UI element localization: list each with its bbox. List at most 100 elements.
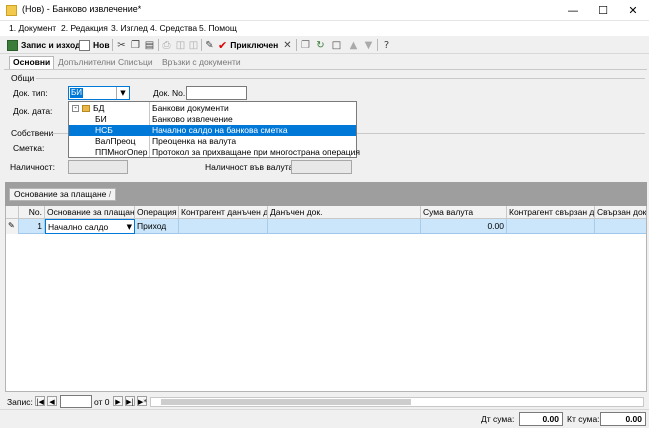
row-operation: Приход bbox=[135, 219, 179, 234]
record-navigator: Запис: |◀ ◀ от 0 ▶ ▶| ▶* bbox=[5, 393, 647, 409]
paste-icon[interactable]: ▤ bbox=[143, 38, 156, 52]
grid-header-counterparty[interactable]: Контрагент данъчен д... bbox=[179, 206, 268, 219]
dropdown-option[interactable]: ВалПреоц Преоценка на валута bbox=[69, 136, 356, 147]
menu-edit[interactable]: 2. Редакция bbox=[61, 23, 108, 33]
doc-type-dropdown: - БД Банкови документи БИ Банково извлечение… bbox=[68, 101, 360, 158]
new-label: Нов bbox=[93, 40, 110, 50]
dropdown-option[interactable]: ППМногОпер Протокол за прихващане при мно… bbox=[69, 147, 360, 158]
horizontal-scrollbar[interactable] bbox=[150, 397, 644, 407]
grid-header-basis[interactable]: Основание за плащане bbox=[45, 206, 135, 219]
dropdown-option-code: ППМногОпер bbox=[95, 147, 148, 157]
dropdown-option[interactable]: БИ Банково извлечение bbox=[69, 114, 356, 125]
print-icon[interactable]: ⎙ bbox=[160, 38, 173, 52]
toolbar-separator bbox=[377, 39, 378, 51]
close-button[interactable]: ✕ bbox=[618, 0, 648, 21]
row-counterparty bbox=[179, 219, 268, 234]
row-linked-counterparty bbox=[507, 219, 595, 234]
save-icon bbox=[7, 39, 18, 51]
grid-header-linked-counterparty[interactable]: Контрагент свързан д... bbox=[507, 206, 595, 219]
row-tax-doc bbox=[268, 219, 421, 234]
copy-icon[interactable]: ❐ bbox=[129, 38, 142, 52]
grid-header-amount[interactable]: Сума валута bbox=[421, 206, 507, 219]
grid-header: No. Основание за плащане Операция Контра… bbox=[6, 206, 646, 219]
doc-type-value: БИ bbox=[70, 88, 83, 98]
minimize-button[interactable]: — bbox=[558, 0, 588, 21]
menu-tools[interactable]: 4. Средства bbox=[150, 23, 197, 33]
tab-main[interactable]: Основни bbox=[9, 56, 55, 69]
doc-no-field[interactable] bbox=[186, 86, 247, 100]
app-icon bbox=[6, 5, 17, 16]
cancel-icon[interactable]: ✕ bbox=[281, 38, 294, 52]
dropdown-option-name: Банково извлечение bbox=[152, 114, 233, 124]
menu-bar: 1. Документ 2. Редакция 3. Изглед 4. Сре… bbox=[0, 21, 649, 36]
table-row[interactable]: ✎ 1 Начално салдо ▼ Приход 0.00 bbox=[6, 219, 646, 234]
chevron-down-icon[interactable]: ▼ bbox=[127, 220, 132, 233]
row-edit-icon: ✎ bbox=[6, 219, 19, 234]
collapse-icon[interactable]: - bbox=[72, 105, 79, 112]
grid-header-tax-doc[interactable]: Данъчен док. bbox=[268, 206, 421, 219]
grid-header-no[interactable]: No. bbox=[19, 206, 45, 219]
save-exit-button[interactable]: Запис и изход bbox=[7, 38, 81, 52]
dropdown-option-code: ВалПреоц bbox=[95, 136, 136, 146]
new-document-icon bbox=[79, 39, 90, 51]
dropdown-option-code: БД bbox=[93, 103, 105, 113]
export-icon[interactable]: ◫ bbox=[187, 38, 200, 52]
previous-record-button[interactable]: ◀ bbox=[47, 396, 57, 406]
grid-header-operation[interactable]: Операция bbox=[135, 206, 179, 219]
preview-icon[interactable]: ◫ bbox=[174, 38, 187, 52]
new-button[interactable]: Нов bbox=[79, 38, 110, 52]
move-up-icon[interactable]: ▲ bbox=[347, 38, 360, 52]
row-basis-combo[interactable]: Начално салдо ▼ bbox=[45, 219, 135, 234]
grid-header-linked-doc[interactable]: Свързан док. bbox=[595, 206, 646, 219]
move-down-icon[interactable]: ▼ bbox=[362, 38, 375, 52]
scrollbar-thumb[interactable] bbox=[161, 399, 411, 405]
doc-type-combo[interactable]: БИ ▼ bbox=[68, 86, 130, 100]
folder-icon bbox=[82, 105, 90, 112]
blank-page-icon[interactable]: □ bbox=[330, 38, 343, 52]
save-exit-label: Запис и изход bbox=[21, 40, 81, 50]
first-record-button[interactable]: |◀ bbox=[35, 396, 45, 406]
totals-footer: Дт сума: 0.00 Кт сума: 0.00 bbox=[0, 409, 649, 428]
dropdown-option-code: НСБ bbox=[95, 125, 113, 135]
refresh-icon[interactable]: ↻ bbox=[314, 38, 327, 52]
menu-help[interactable]: 5. Помощ bbox=[199, 23, 237, 33]
row-no: 1 bbox=[19, 219, 45, 234]
dropdown-option-name: Протокол за прихващане при многострана о… bbox=[152, 147, 361, 157]
credit-total-label: Кт сума: bbox=[567, 414, 600, 424]
row-amount: 0.00 bbox=[421, 219, 507, 234]
copy-document-icon[interactable]: ❐ bbox=[299, 38, 312, 52]
balance-currency-label: Наличност във валута: bbox=[205, 162, 296, 172]
new-record-button[interactable]: ▶* bbox=[137, 396, 147, 406]
balance-currency-field bbox=[291, 160, 352, 174]
next-record-button[interactable]: ▶ bbox=[113, 396, 123, 406]
menu-document[interactable]: 1. Документ bbox=[9, 23, 56, 33]
edit-document-icon[interactable]: ✎ bbox=[203, 38, 216, 52]
row-linked-doc bbox=[595, 219, 646, 234]
dropdown-option-name: Преоценка на валута bbox=[152, 136, 237, 146]
title-bar: (Нов) - Банково извлечение* — ☐ ✕ bbox=[0, 0, 649, 21]
last-record-button[interactable]: ▶| bbox=[125, 396, 135, 406]
dropdown-option[interactable]: - БД Банкови документи bbox=[69, 103, 356, 114]
dropdown-option-code: БИ bbox=[95, 114, 107, 124]
group-chip-label: Основание за плащане bbox=[14, 189, 107, 199]
window-title: (Нов) - Банково извлечение* bbox=[22, 4, 142, 14]
posted-toggle[interactable]: ✔ Приключен bbox=[218, 38, 278, 52]
dropdown-option[interactable]: НСБ Начално салдо на банкова сметка bbox=[69, 125, 356, 136]
group-chip[interactable]: Основание за плащане / bbox=[9, 188, 117, 201]
doc-date-label: Док. дата: bbox=[13, 106, 53, 116]
record-number-field[interactable] bbox=[60, 395, 92, 408]
cut-icon[interactable]: ✂ bbox=[115, 38, 128, 52]
account-label: Сметка: bbox=[13, 143, 45, 153]
dropdown-option-name: Начално салдо на банкова сметка bbox=[152, 125, 288, 135]
doc-no-label: Док. No. bbox=[153, 88, 186, 98]
chevron-down-icon[interactable]: ▼ bbox=[116, 87, 129, 99]
general-group-line bbox=[36, 78, 645, 79]
checkmark-icon: ✔ bbox=[218, 38, 228, 52]
help-icon[interactable]: ? bbox=[380, 38, 393, 52]
debit-total-value: 0.00 bbox=[519, 412, 563, 426]
row-basis-value: Начално салдо bbox=[48, 222, 109, 232]
toolbar-separator bbox=[112, 39, 113, 51]
maximize-button[interactable]: ☐ bbox=[588, 0, 618, 21]
menu-view[interactable]: 3. Изглед bbox=[111, 23, 148, 33]
general-group-label: Общи bbox=[11, 73, 35, 83]
